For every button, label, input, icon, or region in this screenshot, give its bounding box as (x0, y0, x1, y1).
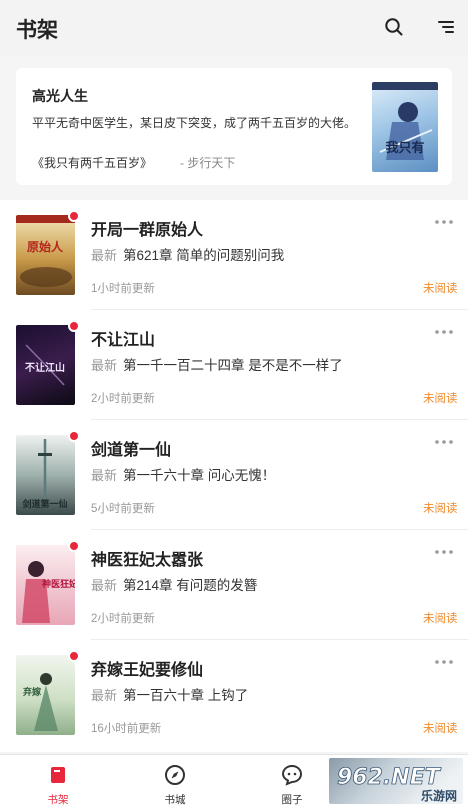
nav-label: 书城 (164, 794, 186, 806)
featured-book-name: 《我只有两千五百岁》 (32, 156, 153, 170)
more-icon[interactable] (434, 328, 454, 336)
featured-book-card[interactable]: 高光人生 平平无奇中医学生，某日皮下突变，成了两千五百岁的大佬。 《我只有两千五… (16, 68, 452, 185)
book-cover-art: 弃嫁 (23, 673, 58, 731)
book-title: 剑道第一仙 (91, 442, 172, 459)
update-time: 2小时前更新 (91, 393, 155, 405)
latest-chapter: 第214章 有问题的发簪 (123, 578, 258, 593)
latest-label: 最新 (91, 688, 118, 703)
more-icon[interactable] (434, 218, 454, 226)
update-dot (68, 320, 80, 332)
more-icon[interactable] (434, 658, 454, 666)
read-status: 未阅读 (423, 393, 458, 405)
book-item[interactable]: 不让江山 不让江山 最新 第一千一百二十四章 是不是不一样了 2小时前更新 未阅… (0, 310, 468, 420)
latest-label: 最新 (91, 358, 118, 373)
update-dot (68, 210, 80, 222)
book-item[interactable]: 弃嫁 弃嫁王妃要修仙 最新 第一百六十章 上钩了 16小时前更新 未阅读 (0, 640, 468, 750)
book-cover-title: 神医狂妃 (42, 578, 75, 590)
read-status: 未阅读 (423, 283, 458, 295)
book-cover-art: 原始人 (16, 215, 75, 287)
chat-bubble-icon (280, 763, 304, 787)
nav-bookshelf[interactable]: 书架 (18, 755, 98, 808)
book-cover[interactable]: 不让江山 (16, 325, 75, 405)
featured-description: 平平无奇中医学生，某日皮下突变，成了两千五百岁的大佬。 (32, 116, 357, 130)
watermark-logo: 962.NET 乐游网 (329, 758, 463, 804)
read-status: 未阅读 (423, 503, 458, 515)
latest-label: 最新 (91, 248, 118, 263)
update-time: 2小时前更新 (91, 613, 155, 625)
update-time: 5小时前更新 (91, 503, 155, 515)
top-bar: 书架 (0, 0, 468, 56)
watermark-text: 962.NET (337, 765, 442, 790)
latest-label: 最新 (91, 468, 118, 483)
book-item[interactable]: 原始人 开局一群原始人 最新 第621章 简单的问题别问我 1小时前更新 未阅读 (0, 200, 468, 310)
page-title: 书架 (16, 19, 58, 42)
read-status: 未阅读 (423, 613, 458, 625)
search-button[interactable] (383, 16, 405, 38)
nav-bookstore[interactable]: 书城 (135, 755, 215, 808)
nav-label: 圈子 (281, 794, 303, 806)
book-cover-art: 不让江山 (25, 344, 65, 386)
watermark-subtext: 乐游网 (421, 788, 457, 803)
menu-button[interactable] (435, 16, 457, 38)
featured-cover-title: 我只有 (385, 140, 424, 156)
latest-chapter: 第一千一百二十四章 是不是不一样了 (123, 358, 343, 373)
latest-chapter: 第一百六十章 上钩了 (123, 688, 249, 703)
book-item[interactable]: 神医狂妃 神医狂妃太嚣张 最新 第214章 有问题的发簪 2小时前更新 未阅读 (0, 530, 468, 640)
book-item[interactable]: 剑道第一仙 剑道第一仙 最新 第一千六十章 问心无愧！ 5小时前更新 未阅读 (0, 420, 468, 530)
menu-icon (438, 21, 454, 33)
latest-chapter: 第621章 简单的问题别问我 (123, 248, 285, 263)
book-cover-art: 剑道第一仙 (21, 439, 68, 510)
update-dot (68, 540, 80, 552)
book-cover-title: 原始人 (27, 239, 64, 254)
book-cover-title: 不让江山 (25, 361, 65, 374)
book-cover-title: 弃嫁 (23, 686, 41, 698)
featured-title: 高光人生 (32, 88, 88, 104)
compass-icon (163, 763, 187, 787)
book-cover[interactable]: 原始人 (16, 215, 75, 295)
more-icon[interactable] (434, 438, 454, 446)
nav-community[interactable]: 圈子 (252, 755, 332, 808)
read-status: 未阅读 (423, 723, 458, 735)
featured-cover-image[interactable]: 我只有 (372, 82, 438, 172)
search-icon (385, 18, 403, 36)
more-icon[interactable] (434, 548, 454, 556)
book-title: 不让江山 (91, 332, 156, 349)
update-dot (68, 430, 80, 442)
bookshelf-icon (46, 763, 70, 787)
book-cover[interactable]: 剑道第一仙 (16, 435, 75, 515)
book-title: 神医狂妃太嚣张 (91, 552, 204, 569)
book-title: 弃嫁王妃要修仙 (91, 662, 204, 679)
latest-chapter: 第一千六十章 问心无愧！ (123, 468, 276, 483)
update-time: 16小时前更新 (91, 723, 162, 735)
bookshelf-page: 书架 高光人生 平平无奇中医学生，某日皮下突变，成了两千五百岁的大佬。 《我只有… (0, 0, 468, 808)
latest-label: 最新 (91, 578, 118, 593)
featured-author: - 步行天下 (180, 156, 236, 170)
book-title: 开局一群原始人 (91, 222, 204, 239)
book-cover[interactable]: 神医狂妃 (16, 545, 75, 625)
update-dot (68, 650, 80, 662)
featured-cover-art: 我只有 (372, 82, 438, 160)
book-cover-art: 神医狂妃 (22, 561, 75, 623)
book-cover[interactable]: 弃嫁 (16, 655, 75, 735)
update-time: 1小时前更新 (91, 283, 155, 295)
nav-label: 书架 (47, 794, 69, 806)
book-cover-title: 剑道第一仙 (21, 498, 67, 510)
bookshelf-list: 原始人 开局一群原始人 最新 第621章 简单的问题别问我 1小时前更新 未阅读… (0, 200, 468, 752)
